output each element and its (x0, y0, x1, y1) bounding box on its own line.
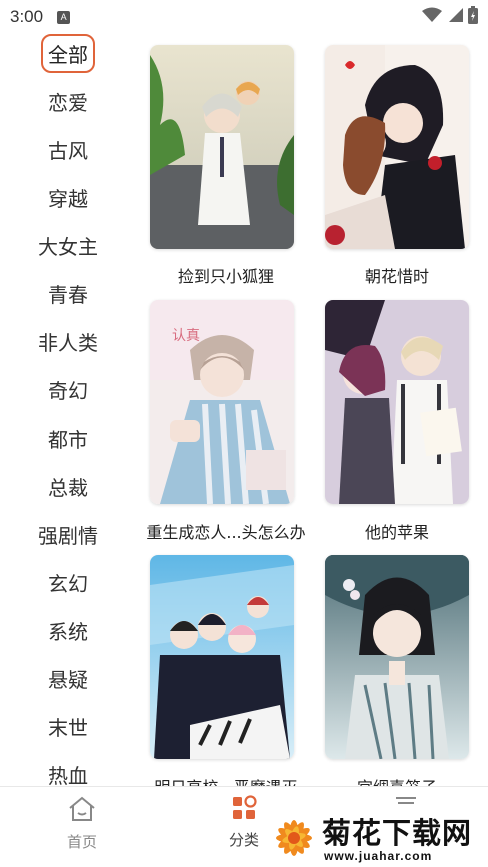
category-item-romance[interactable]: 恋爱 (0, 81, 136, 121)
category-item-hot-blood[interactable]: 热血 (0, 754, 136, 787)
book-cover[interactable] (325, 555, 469, 759)
book-title[interactable]: 朝花惜时 (307, 263, 487, 287)
nav-home-label: 首页 (66, 833, 97, 851)
category-sidebar[interactable]: 全部 恋爱 古风 穿越 大女主 青春 非人类 奇幻 都市 总裁 强剧情 玄幻 系… (0, 30, 136, 786)
nav-home[interactable]: 首页 (42, 795, 122, 852)
book-title[interactable]: 宫绸喜笼子 (307, 774, 487, 786)
book-title[interactable]: 他的苹果 (307, 519, 487, 543)
status-icons (422, 6, 478, 24)
category-label: 悬疑 (48, 667, 88, 692)
category-label: 强剧情 (38, 523, 98, 548)
book-grid: 捡到只小狐狸 朝花惜时 认真 重生成恋人...头怎么办 他的苹果 (136, 30, 488, 786)
category-label: 大女主 (38, 234, 98, 259)
cell-signal-icon (449, 8, 463, 22)
book-title[interactable]: 捡到只小狐狸 (136, 263, 316, 287)
category-item-strong-plot[interactable]: 强剧情 (0, 514, 136, 554)
category-item-heroine[interactable]: 大女主 (0, 225, 136, 265)
book-title[interactable]: 明日高校...恶魔遇灭 (136, 774, 316, 786)
category-label: 系统 (48, 619, 88, 644)
book-title[interactable]: 重生成恋人...头怎么办 (136, 519, 316, 543)
category-item-mystery[interactable]: 悬疑 (0, 658, 136, 698)
category-item-fantasy[interactable]: 奇幻 (0, 369, 136, 409)
category-label: 青春 (48, 282, 88, 307)
book-cover[interactable] (150, 45, 294, 249)
category-item-system[interactable]: 系统 (0, 610, 136, 650)
book-cover[interactable]: 认真 (150, 300, 294, 504)
category-item-apocalypse[interactable]: 末世 (0, 706, 136, 746)
category-item-all[interactable]: 全部 (0, 33, 136, 73)
book-cover[interactable] (150, 555, 294, 759)
category-item-urban[interactable]: 都市 (0, 418, 136, 458)
category-label: 全部 (41, 33, 95, 73)
home-icon (69, 796, 95, 821)
svg-text:认真: 认真 (172, 328, 200, 344)
category-label: 穿越 (48, 186, 88, 211)
status-time: 3:00 (10, 7, 44, 26)
category-label: 总裁 (48, 475, 88, 500)
notification-icon: A (57, 10, 71, 24)
category-item-non-human[interactable]: 非人类 (0, 321, 136, 361)
category-label: 恋爱 (48, 90, 88, 115)
book-cover[interactable] (325, 45, 469, 249)
chrysanthemum-logo-icon (276, 820, 312, 856)
book-cover[interactable] (325, 300, 469, 504)
watermark-url: www.juahar.com (324, 849, 433, 863)
wifi-icon (422, 7, 442, 22)
status-bar: 3:00 A (0, 0, 488, 34)
category-item-ceo[interactable]: 总裁 (0, 466, 136, 506)
watermark: 菊花下载网 www.juahar.com (264, 808, 488, 867)
category-label: 古风 (48, 138, 88, 163)
category-label: 都市 (48, 427, 88, 452)
category-item-ancient[interactable]: 古风 (0, 129, 136, 169)
category-label: 末世 (48, 715, 88, 740)
category-label: 热血 (48, 763, 88, 787)
category-label: 非人类 (38, 330, 98, 355)
battery-charging-icon (468, 6, 478, 24)
category-item-xuanhuan[interactable]: 玄幻 (0, 562, 136, 602)
category-item-time-travel[interactable]: 穿越 (0, 177, 136, 217)
category-label: 玄幻 (48, 571, 88, 596)
watermark-brand: 菊花下载网 (322, 816, 473, 850)
category-grid-icon (233, 795, 257, 819)
category-item-youth[interactable]: 青春 (0, 273, 136, 313)
category-label: 奇幻 (48, 378, 88, 403)
